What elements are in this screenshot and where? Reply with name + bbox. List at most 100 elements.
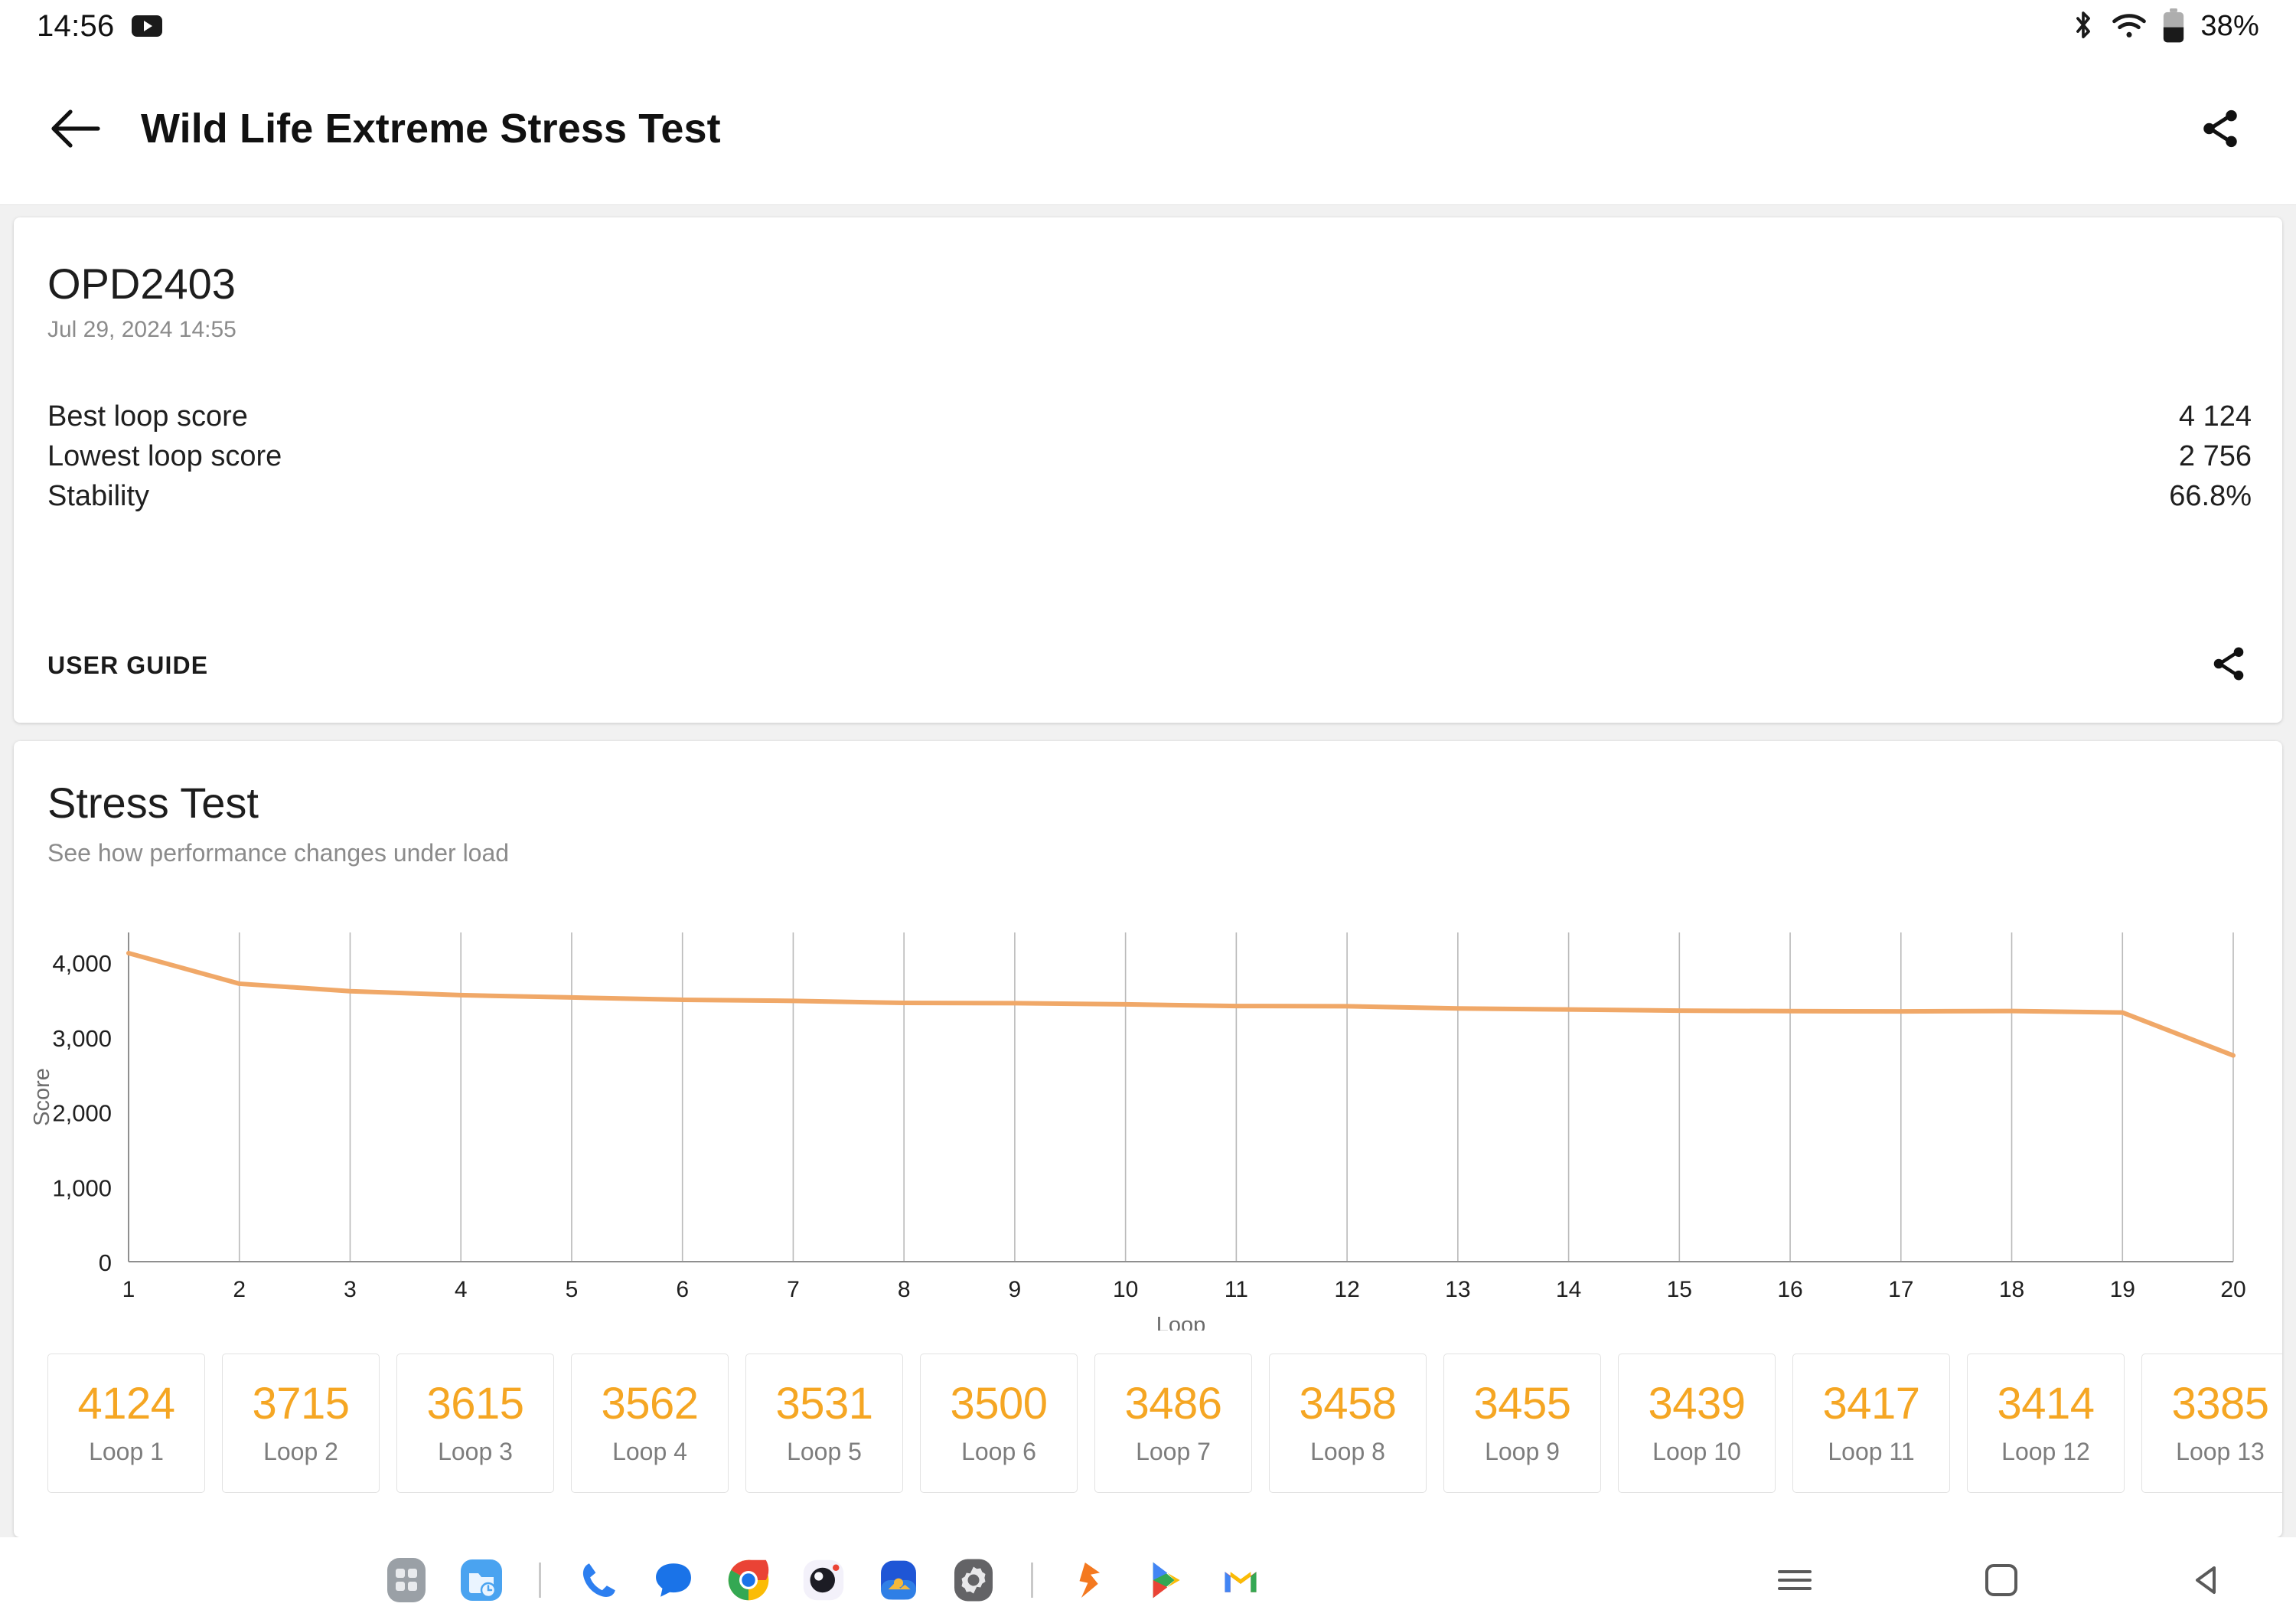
chart-x-axis-label: Loop (1156, 1313, 1206, 1331)
list-item[interactable]: 3385 Loop 13 (2141, 1354, 2282, 1493)
chart-x-tick-label: 11 (1225, 1277, 1248, 1302)
loop-score-value: 3455 (1473, 1379, 1571, 1429)
chart-x-tick-label: 12 (1334, 1277, 1359, 1302)
chart-x-tick-label: 5 (566, 1277, 579, 1302)
3dmark-icon[interactable] (1067, 1556, 1114, 1604)
screen-root: 14:56 38% Wild Life Extreme Stress Test … (0, 0, 2296, 1623)
best-loop-score-value: 4 124 (2178, 400, 2252, 433)
settings-icon[interactable] (950, 1556, 997, 1604)
app-drawer-icon[interactable] (383, 1556, 430, 1604)
files-icon[interactable] (458, 1556, 505, 1604)
chart-x-tick-label: 10 (1113, 1277, 1138, 1302)
recents-icon[interactable] (1768, 1553, 1821, 1607)
app-bar: Wild Life Extreme Stress Test (0, 52, 2296, 205)
chart-y-tick-label: 2,000 (52, 1100, 112, 1127)
stability-label: Stability (47, 479, 150, 512)
loop-score-value: 3500 (950, 1379, 1048, 1429)
list-item[interactable]: 3531 Loop 5 (745, 1354, 903, 1493)
status-bar: 14:56 38% (0, 0, 2296, 52)
chart-x-tick-label: 13 (1445, 1277, 1470, 1302)
line-chart-svg: 01,0002,0003,0004,000Score1 2 3 4 5 6 7 8 9 10 11 1… (30, 932, 2246, 1337)
table-row: Best loop score 4 124 (47, 396, 2252, 437)
chart-series-line (126, 950, 2236, 1058)
list-item[interactable]: 3455 Loop 9 (1443, 1354, 1601, 1493)
best-loop-score-label: Best loop score (47, 400, 248, 433)
loop-score-label: Loop 4 (612, 1437, 687, 1465)
loop-score-list[interactable]: 4124 Loop 1 3715 Loop 2 3615 Loop 3 3562 Loop 4… (14, 1354, 2282, 1507)
list-item[interactable]: 3615 Loop 3 (396, 1354, 554, 1493)
chart-x-tick-label: 7 (787, 1277, 800, 1302)
loop-score-label: Loop 1 (89, 1437, 164, 1465)
list-item[interactable]: 3414 Loop 12 (1967, 1354, 2125, 1493)
list-item[interactable]: 4124 Loop 1 (47, 1354, 205, 1493)
list-item[interactable]: 3439 Loop 10 (1618, 1354, 1776, 1493)
share-icon[interactable] (2209, 644, 2249, 687)
chart-y-tick-label: 4,000 (52, 950, 112, 977)
loop-score-label: Loop 7 (1136, 1437, 1211, 1465)
stress-test-chart: 0 1,000 2,000 3,000 4,000 Score 1 2 3 4 5 6 7 8 9 10 11 1… (14, 917, 2282, 1337)
taskbar-divider (539, 1563, 541, 1598)
table-row: Stability 66.8% (47, 475, 2252, 517)
loop-score-label: Loop 2 (263, 1437, 338, 1465)
table-row: Lowest loop score 2 756 (47, 436, 2252, 477)
user-guide-row: USER GUIDE (14, 623, 2282, 707)
chart-y-tick-label: 0 (99, 1249, 112, 1276)
loop-score-value: 3531 (775, 1379, 873, 1429)
loop-score-label: Loop 6 (961, 1437, 1036, 1465)
chart-x-tick-label: 9 (1009, 1277, 1022, 1302)
list-item[interactable]: 3486 Loop 7 (1094, 1354, 1252, 1493)
chart-x-tick-label: 14 (1556, 1277, 1581, 1302)
loop-score-label: Loop 8 (1310, 1437, 1385, 1465)
loop-score-value: 3439 (1648, 1379, 1746, 1429)
chart-x-tick-label: 6 (676, 1277, 689, 1302)
share-icon[interactable] (2178, 87, 2262, 171)
chart-x-tick-label: 8 (898, 1277, 911, 1302)
bluetooth-icon (2076, 11, 2091, 39)
battery-percent: 38% (2200, 9, 2259, 42)
youtube-icon (131, 15, 162, 37)
camera-icon[interactable] (800, 1556, 847, 1604)
list-item[interactable]: 3500 Loop 6 (920, 1354, 1078, 1493)
chart-y-tick-label: 1,000 (52, 1174, 112, 1201)
taskbar-divider (1031, 1563, 1033, 1598)
taskbar-apps (383, 1556, 1264, 1604)
navigation-bar (1768, 1553, 2235, 1607)
chart-x-tick-label: 16 (1777, 1277, 1802, 1302)
stress-test-subtitle: See how performance changes under load (47, 839, 510, 867)
status-bar-left: 14:56 (37, 9, 162, 44)
chart-x-tick-label: 18 (1999, 1277, 2024, 1302)
wifi-icon (2112, 14, 2147, 38)
phone-icon[interactable] (575, 1556, 622, 1604)
user-guide-button[interactable]: USER GUIDE (47, 651, 208, 680)
chart-x-tick-label: 2 (233, 1277, 246, 1302)
loop-score-label: Loop 13 (2176, 1437, 2265, 1465)
photos-icon[interactable] (875, 1556, 922, 1604)
device-name: OPD2403 (47, 260, 236, 308)
stress-test-title: Stress Test (47, 779, 259, 827)
gmail-icon[interactable] (1217, 1556, 1264, 1604)
list-item[interactable]: 3562 Loop 4 (571, 1354, 729, 1493)
loop-score-label: Loop 12 (2001, 1437, 2090, 1465)
chart-x-tick-label: 19 (2110, 1277, 2135, 1302)
list-item[interactable]: 3458 Loop 8 (1269, 1354, 1427, 1493)
list-item[interactable]: 3715 Loop 2 (222, 1354, 380, 1493)
chart-x-tick-label: 4 (455, 1277, 468, 1302)
stress-test-card: Stress Test See how performance changes … (14, 741, 2282, 1537)
back-icon[interactable] (2181, 1553, 2235, 1607)
chart-x-tick-label: 17 (1888, 1277, 1913, 1302)
chart-x-tick-label: 1 (122, 1277, 135, 1302)
chart-y-tick-label: 3,000 (52, 1025, 112, 1052)
loop-score-value: 3715 (252, 1379, 350, 1429)
result-summary-card: OPD2403 Jul 29, 2024 14:55 Best loop sco… (14, 217, 2282, 723)
play-store-icon[interactable] (1142, 1556, 1189, 1604)
page-title: Wild Life Extreme Stress Test (141, 105, 721, 152)
loop-score-value: 3458 (1299, 1379, 1397, 1429)
messages-icon[interactable] (650, 1556, 697, 1604)
chrome-icon[interactable] (725, 1556, 772, 1604)
list-item[interactable]: 3417 Loop 11 (1792, 1354, 1950, 1493)
loop-score-label: Loop 5 (787, 1437, 862, 1465)
back-arrow-icon[interactable] (34, 87, 118, 171)
home-icon[interactable] (1975, 1553, 2028, 1607)
loop-score-value: 3414 (1997, 1379, 2095, 1429)
loop-score-value: 3417 (1822, 1379, 1920, 1429)
